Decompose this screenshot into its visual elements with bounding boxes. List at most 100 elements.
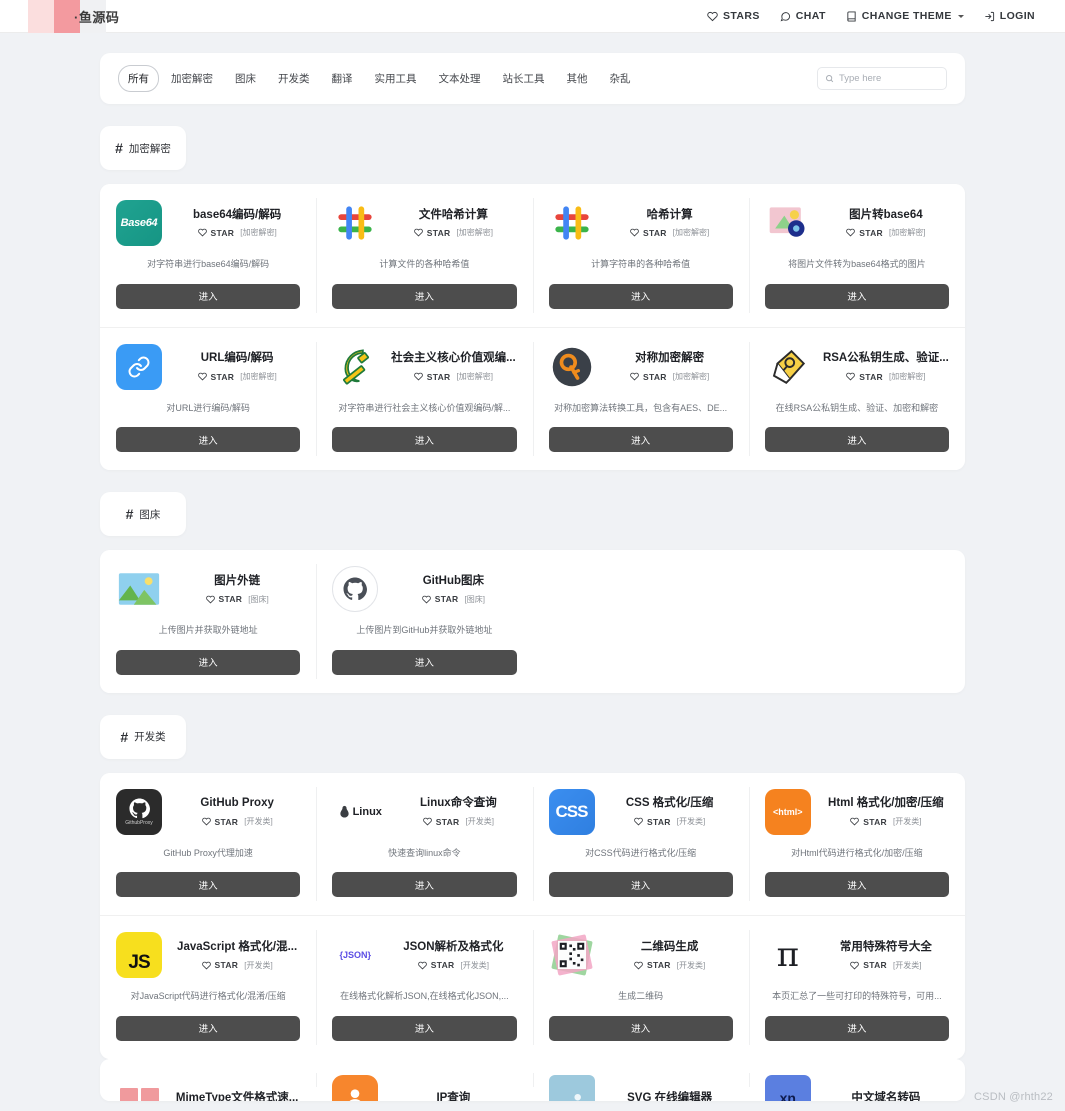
card-header: <html>Html 格式化/加密/压缩STAR[开发类] <box>765 789 949 835</box>
tool-card[interactable]: RSA公私钥生成、验证...STAR[加密解密]在线RSA公私钥生成、验证、加密… <box>749 328 965 471</box>
tool-card[interactable]: URL编码/解码STAR[加密解密]对URL进行编码/解码进入 <box>100 328 316 471</box>
card-header: 图片转base64STAR[加密解密] <box>765 200 949 246</box>
tool-card[interactable]: 文件哈希计算STAR[加密解密]计算文件的各种哈希值进入 <box>316 184 532 328</box>
javascript-icon: JS <box>116 932 162 978</box>
card-header: SVG 在线编辑器 <box>549 1075 733 1101</box>
nav-change-theme[interactable]: CHANGE THEME <box>846 10 964 22</box>
tool-card[interactable]: GithubProxyGitHub ProxySTAR[开发类]GitHub P… <box>100 773 316 917</box>
tool-card[interactable]: LinuxLinux命令查询STAR[开发类]快速查询linux命令进入 <box>316 773 532 917</box>
tool-card[interactable]: MimeType文件格式速... <box>100 1059 316 1101</box>
tool-card[interactable]: IP查询 <box>316 1059 532 1101</box>
star-button[interactable]: STAR <box>414 372 451 382</box>
star-button[interactable]: STAR <box>202 960 239 970</box>
enter-button[interactable]: 进入 <box>116 872 300 897</box>
enter-button[interactable]: 进入 <box>332 650 516 675</box>
tab-category-4[interactable]: 翻译 <box>322 65 363 92</box>
enter-button[interactable]: 进入 <box>765 427 949 452</box>
star-button[interactable]: STAR <box>850 960 887 970</box>
star-button[interactable]: STAR <box>850 817 887 827</box>
enter-button[interactable]: 进入 <box>332 284 516 309</box>
tool-card[interactable]: <html>Html 格式化/加密/压缩STAR[开发类] 对Html代码进行格式… <box>749 773 965 917</box>
star-label: STAR <box>863 817 887 827</box>
tool-card[interactable]: Base64base64编码/解码STAR[加密解密]对字符串进行base64编… <box>100 184 316 328</box>
xn-icon: xn <box>765 1075 811 1101</box>
card-subline: STAR[加密解密] <box>390 371 516 382</box>
enter-button[interactable]: 进入 <box>765 284 949 309</box>
tab-category-2[interactable]: 图床 <box>225 65 266 92</box>
enter-button[interactable]: 进入 <box>549 1016 733 1041</box>
nav-stars[interactable]: STARS <box>707 10 760 22</box>
tab-category-3[interactable]: 开发类 <box>268 65 320 92</box>
star-button[interactable]: STAR <box>634 960 671 970</box>
card-category-tag: [开发类] <box>244 816 272 827</box>
star-button[interactable]: STAR <box>423 817 460 827</box>
enter-button[interactable]: 进入 <box>332 1016 516 1041</box>
card-description: 对Html代码进行格式化/加密/压缩 <box>765 847 949 860</box>
tab-category-7[interactable]: 站长工具 <box>493 65 555 92</box>
star-button[interactable]: STAR <box>422 594 459 604</box>
tool-card[interactable]: {JSON}JSON解析及格式化STAR[开发类]在线格式化解析JSON,在线格… <box>316 916 532 1059</box>
card-header: RSA公私钥生成、验证...STAR[加密解密] <box>765 344 949 390</box>
star-button[interactable]: STAR <box>846 372 883 382</box>
card-meta: 中文域名转码 <box>823 1091 949 1101</box>
star-label: STAR <box>215 817 239 827</box>
star-button[interactable]: STAR <box>418 960 455 970</box>
tool-card[interactable]: GitHub图床STAR[图床]上传图片到GitHub并获取外链地址进入 <box>316 550 532 693</box>
qrcode-icon <box>549 932 595 978</box>
enter-button[interactable]: 进入 <box>549 872 733 897</box>
enter-button[interactable]: 进入 <box>765 1016 949 1041</box>
tool-card[interactable]: xn 中文域名转码 <box>749 1059 965 1101</box>
search-box[interactable] <box>817 67 947 90</box>
tab-category-6[interactable]: 文本处理 <box>429 65 491 92</box>
enter-button[interactable]: 进入 <box>116 1016 300 1041</box>
tab-category-5[interactable]: 实用工具 <box>365 65 427 92</box>
card-subline: STAR[开发类] <box>400 816 516 827</box>
tool-card[interactable]: 二维码生成STAR[开发类]生成二维码进入 <box>533 916 749 1059</box>
card-header: 对称加密解密STAR[加密解密] <box>549 344 733 390</box>
enter-button[interactable]: 进入 <box>549 427 733 452</box>
star-button[interactable]: STAR <box>206 594 243 604</box>
enter-button[interactable]: 进入 <box>332 427 516 452</box>
tool-card[interactable]: 对称加密解密STAR[加密解密]对称加密算法转换工具，包含有AES、DE...进… <box>533 328 749 471</box>
star-button[interactable]: STAR <box>198 372 235 382</box>
enter-button[interactable]: 进入 <box>116 650 300 675</box>
tab-category-1[interactable]: 加密解密 <box>161 65 223 92</box>
star-button[interactable]: STAR <box>414 228 451 238</box>
star-button[interactable]: STAR <box>846 228 883 238</box>
star-button[interactable]: STAR <box>630 228 667 238</box>
star-label: STAR <box>647 817 671 827</box>
chevron-down-icon <box>958 15 964 18</box>
enter-button[interactable]: 进入 <box>116 427 300 452</box>
search-input[interactable] <box>839 73 939 84</box>
brand[interactable]: ·鱼源码 <box>28 0 119 33</box>
nav-login[interactable]: LOGIN <box>984 10 1035 22</box>
star-label: STAR <box>431 960 455 970</box>
enter-button[interactable]: 进入 <box>765 872 949 897</box>
card-subline: STAR[加密解密] <box>174 227 300 238</box>
tool-card[interactable]: 哈希计算STAR[加密解密]计算字符串的各种哈希值进入 <box>533 184 749 328</box>
star-button[interactable]: STAR <box>630 372 667 382</box>
star-button[interactable]: STAR <box>634 817 671 827</box>
star-button[interactable]: STAR <box>202 817 239 827</box>
ip-icon <box>332 1075 378 1101</box>
enter-button[interactable]: 进入 <box>549 284 733 309</box>
tool-card[interactable]: CSSCSS 格式化/压缩STAR[开发类]对CSS代码进行格式化/压缩进入 <box>533 773 749 917</box>
tool-card[interactable]: 图片外链STAR[图床]上传图片并获取外链地址进入 <box>100 550 316 693</box>
enter-button[interactable]: 进入 <box>332 872 516 897</box>
theme-icon <box>846 11 857 22</box>
card-category-tag: [加密解密] <box>673 227 709 238</box>
tool-card[interactable]: SVG 在线编辑器 <box>533 1059 749 1101</box>
tab-all[interactable]: 所有 <box>118 65 159 92</box>
nav-chat-label: CHAT <box>796 10 826 22</box>
tool-card[interactable]: 图片转base64STAR[加密解密]将图片文件转为base64格式的图片进入 <box>749 184 965 328</box>
tab-category-8[interactable]: 其他 <box>557 65 598 92</box>
tool-card[interactable]: JSJavaScript 格式化/混...STAR[开发类]对JavaScrip… <box>100 916 316 1059</box>
star-button[interactable]: STAR <box>198 228 235 238</box>
tab-category-9[interactable]: 杂乱 <box>600 65 641 92</box>
tool-card[interactable]: π常用特殊符号大全STAR[开发类]本页汇总了一些可打印的特殊符号，可用...进… <box>749 916 965 1059</box>
enter-button[interactable]: 进入 <box>116 284 300 309</box>
css-icon: CSS <box>549 789 595 835</box>
tool-card[interactable]: 社会主义核心价值观编...STAR[加密解密]对字符串进行社会主义核心价值观编码… <box>316 328 532 471</box>
nav-chat[interactable]: CHAT <box>780 10 826 22</box>
card-description: 上传图片并获取外链地址 <box>116 624 300 637</box>
